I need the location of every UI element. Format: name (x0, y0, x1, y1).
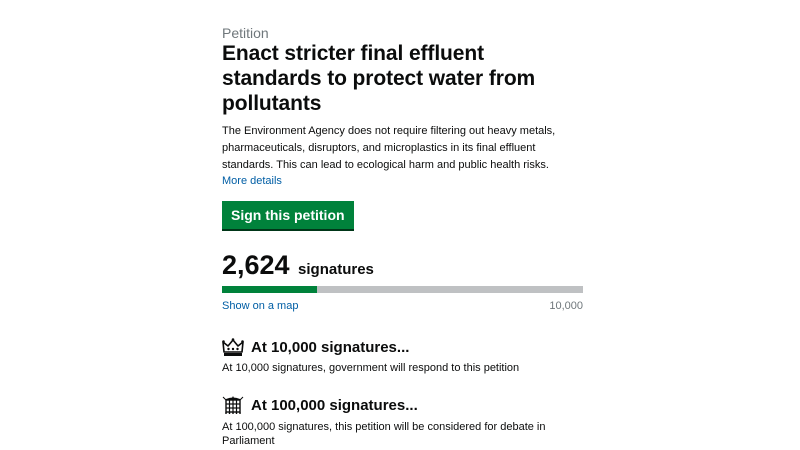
parliament-portcullis-icon (222, 395, 244, 415)
milestone-heading-10000: At 10,000 signatures... (222, 337, 409, 357)
milestone-heading-text: At 100,000 signatures... (251, 396, 418, 414)
show-on-map-link[interactable]: Show on a map (222, 300, 298, 312)
more-details-link[interactable]: More details (222, 175, 282, 187)
signature-count-label: signatures (298, 261, 374, 278)
milestone-body-10000: At 10,000 signatures, government will re… (222, 362, 520, 374)
signature-count-number: 2,624 (222, 250, 290, 280)
page-eyebrow: Petition (222, 25, 269, 41)
crown-icon (222, 337, 244, 357)
milestone-body-100000: At 100,000 signatures, this petition wil… (222, 421, 546, 447)
page-title: Enact stricter final effluent standards … (222, 42, 536, 115)
milestone-heading-100000: At 100,000 signatures... (222, 395, 418, 415)
signature-progress-fill (222, 286, 317, 293)
signature-count: 2,624 signatures (222, 250, 374, 281)
signature-progress-bar (222, 286, 583, 293)
signature-target: 10,000 (549, 300, 583, 312)
petition-summary: The Environment Agency does not require … (222, 125, 556, 171)
milestone-heading-text: At 10,000 signatures... (251, 338, 410, 356)
sign-petition-button[interactable]: Sign this petition (222, 201, 354, 229)
